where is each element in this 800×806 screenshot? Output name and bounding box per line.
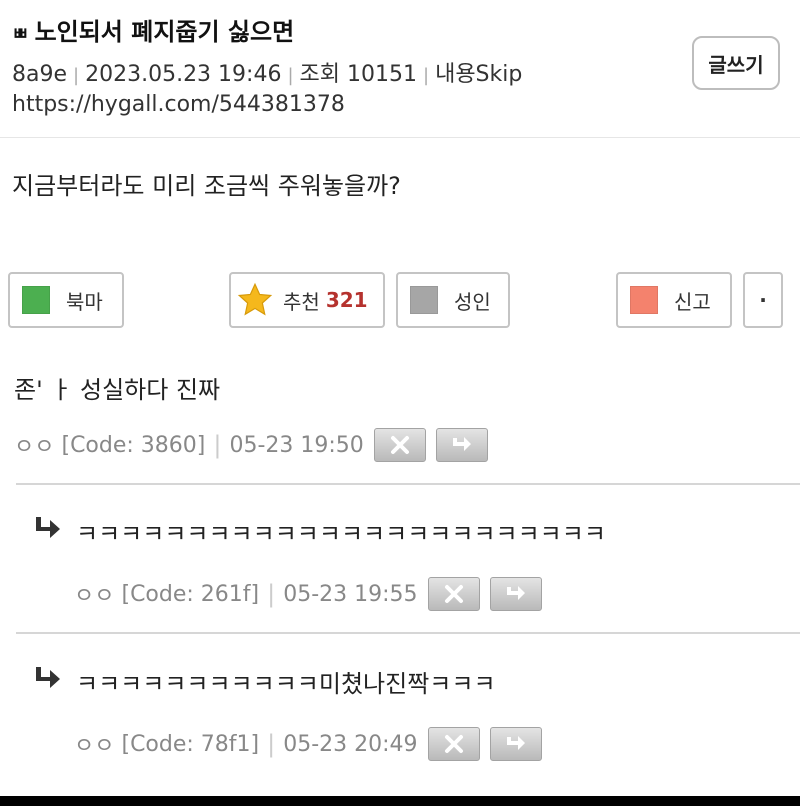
meta-separator: |	[423, 65, 430, 86]
close-icon	[444, 585, 463, 603]
post-title: ㅃ 노인되서 폐지줍기 싫으면	[12, 12, 294, 47]
delete-comment-button[interactable]	[373, 428, 426, 462]
report-button[interactable]: 신고	[616, 272, 732, 328]
reply-comment-button[interactable]	[435, 428, 488, 462]
comment-text: ㅋㅋㅋㅋㅋㅋㅋㅋㅋㅋㅋ미쳤나진짝ㅋㅋㅋ	[76, 670, 496, 698]
bookmark-button[interactable]: 북마	[8, 272, 124, 328]
bookmark-label: 북마	[66, 289, 103, 314]
view-count: 조회 10151	[299, 62, 417, 87]
comment-text: 존' ㅏ 성실하다 진짜	[14, 376, 221, 404]
comment-code: [Code: 78f1]	[121, 731, 260, 757]
post-header: ㅃ 노인되서 폐지줍기 싫으면 8a9e | 2023.05.23 19:46 | 조회 …	[0, 0, 800, 138]
meta-separator: |	[213, 431, 222, 459]
title-text: 노인되서 폐지줍기 싫으면	[34, 18, 295, 46]
more-button[interactable]: ·	[743, 272, 783, 328]
report-icon	[630, 286, 658, 314]
reply-icon	[506, 736, 525, 750]
title-prefix: ㅃ	[12, 24, 29, 45]
write-button[interactable]: 글쓰기	[692, 36, 780, 90]
reply-icon	[506, 586, 525, 600]
recommend-label: 추천	[283, 289, 320, 314]
post-date: 2023.05.23 19:46	[85, 62, 282, 87]
adult-icon	[410, 286, 438, 314]
comment-time: 05-23 19:50	[229, 432, 364, 458]
post-url[interactable]: https://hygall.com/544381378	[12, 92, 345, 117]
bookmark-icon	[22, 286, 50, 314]
meta-separator: |	[73, 65, 80, 86]
comment-author: ㅇㅇ	[74, 734, 115, 759]
report-label: 신고	[674, 289, 711, 314]
recommend-count: 321	[325, 288, 368, 312]
bottom-bar	[0, 796, 800, 806]
reply-comment-button[interactable]	[489, 577, 542, 611]
skip-link[interactable]: 내용Skip	[435, 62, 522, 87]
comment-divider	[16, 483, 800, 485]
close-icon	[390, 436, 409, 454]
comment-author: ㅇㅇ	[14, 435, 55, 460]
comment-text: ㅋㅋㅋㅋㅋㅋㅋㅋㅋㅋㅋㅋㅋㅋㅋㅋㅋㅋㅋㅋㅋㅋㅋㅋ	[76, 520, 606, 548]
comment-meta: ㅇㅇ [Code: 78f1] | 05-23 20:49	[74, 727, 542, 761]
delete-comment-button[interactable]	[427, 577, 480, 611]
delete-comment-button[interactable]	[427, 727, 480, 761]
comment-divider	[16, 632, 800, 634]
adult-label: 성인	[454, 289, 491, 314]
comment-time: 05-23 20:49	[283, 731, 418, 757]
recommend-button[interactable]: 추천 321	[229, 272, 385, 328]
author-code: 8a9e	[12, 62, 68, 87]
comment-code: [Code: 261f]	[121, 581, 260, 607]
meta-separator: |	[267, 730, 276, 758]
adult-button[interactable]: 성인	[396, 272, 510, 328]
close-icon	[444, 735, 463, 753]
reply-arrow-icon	[36, 667, 60, 688]
post-body: 지금부터라도 미리 조금씩 주워놓을까?	[12, 172, 401, 200]
reply-comment-button[interactable]	[489, 727, 542, 761]
reply-icon	[452, 437, 471, 451]
meta-separator: |	[287, 65, 294, 86]
comment-code: [Code: 3860]	[61, 432, 206, 458]
comment-meta: ㅇㅇ [Code: 261f] | 05-23 19:55	[74, 577, 542, 611]
meta-separator: |	[267, 580, 276, 608]
reply-arrow-icon	[36, 517, 60, 538]
post-meta: 8a9e | 2023.05.23 19:46 | 조회 10151 | 내용Skip	[12, 56, 522, 88]
comment-time: 05-23 19:55	[283, 581, 418, 607]
comment-meta: ㅇㅇ [Code: 3860] | 05-23 19:50	[14, 428, 488, 462]
star-icon	[237, 282, 273, 316]
comment-author: ㅇㅇ	[74, 584, 115, 609]
